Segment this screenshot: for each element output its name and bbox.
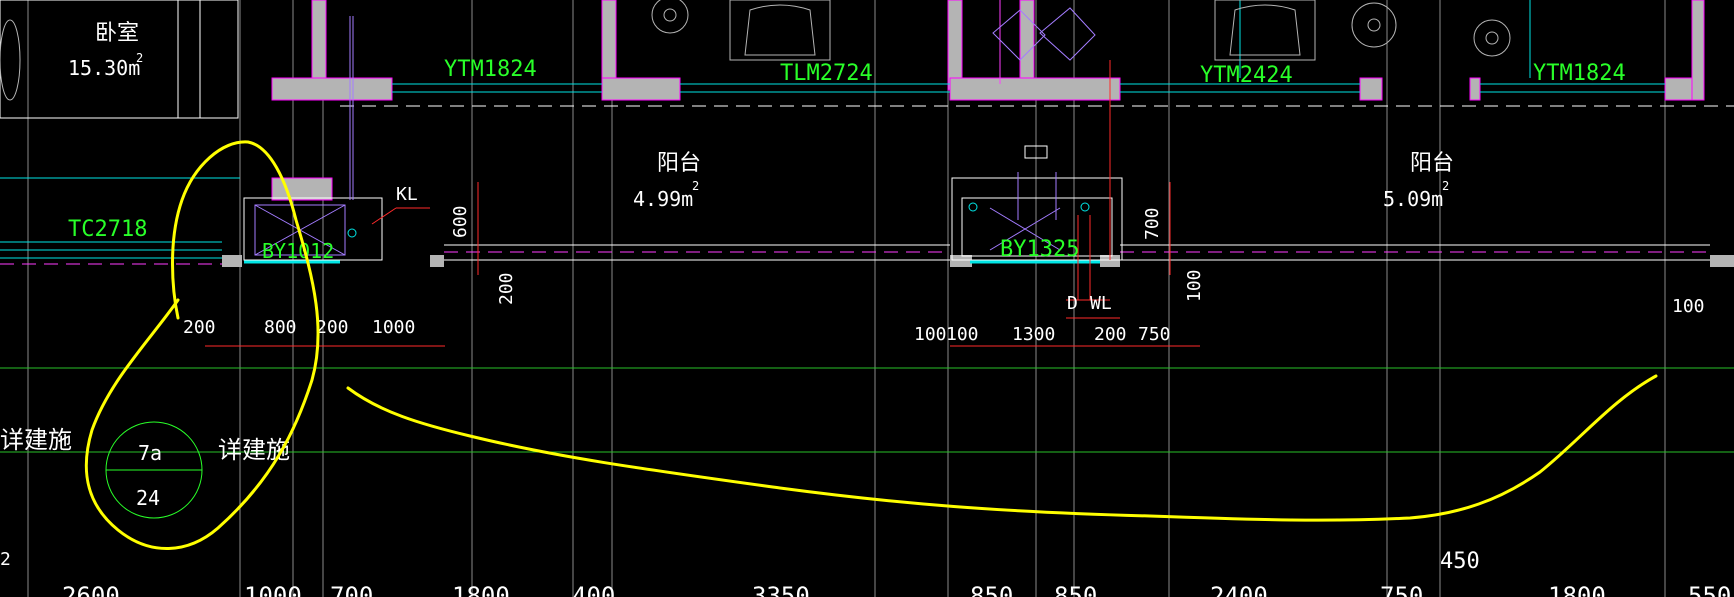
dim-450: 450 (1440, 549, 1480, 574)
dim-bottom-2400: 2400 (1210, 582, 1268, 597)
reference-note-left: 详建施 (0, 426, 72, 454)
dim-bottom-1800: 1800 (452, 582, 510, 597)
label-kl: KL (396, 184, 418, 205)
detail-sheet: 24 (136, 486, 160, 510)
dim-bottom-850a: 850 (970, 582, 1013, 597)
dim-bottom-3350: 3350 (752, 582, 810, 597)
dim-100-right: 100 (1672, 296, 1705, 317)
dim-row2-200: 200 (1094, 324, 1127, 345)
dim-bottom-750: 750 (1380, 582, 1423, 597)
opening-tag-tlm2724: TLM2724 (780, 61, 873, 86)
area-superscript: 2 (692, 179, 699, 193)
room-name-balcony-1: 阳台 (657, 151, 701, 176)
dim-bottom-550: 550 (1688, 582, 1731, 597)
dim-row1-200a: 200 (183, 317, 216, 338)
dim-100-vertical: 100 (1184, 269, 1205, 302)
dim-row1-200b: 200 (316, 317, 349, 338)
cad-drawing-canvas[interactable]: 卧室 15.30m 2 阳台 4.99m 2 阳台 5.09m 2 YTM182… (0, 0, 1734, 597)
dim-row2-100a: 100 (914, 324, 947, 345)
room-area-balcony-1: 4.99m (633, 187, 693, 211)
dim-bottom-400: 400 (572, 582, 615, 597)
dim-700: 700 (1142, 207, 1163, 240)
dim-row2-750: 750 (1138, 324, 1171, 345)
edge-digit: 2 (0, 549, 11, 570)
dim-bottom-700: 700 (330, 582, 373, 597)
opening-tag-ytm1824: YTM1824 (444, 57, 537, 82)
room-area-balcony-2: 5.09m (1383, 187, 1443, 211)
dim-600: 600 (450, 205, 471, 238)
opening-tag-ytm1824-2: YTM1824 (1533, 61, 1626, 86)
label-wl: WL (1090, 293, 1112, 314)
room-name-bedroom: 卧室 (95, 21, 139, 46)
opening-tag-tc2718: TC2718 (68, 217, 147, 242)
opening-tag-by1012: BY1012 (262, 239, 334, 263)
dim-row1-800: 800 (264, 317, 297, 338)
dim-200-vertical: 200 (496, 272, 517, 305)
dim-bottom-2600: 2600 (62, 582, 120, 597)
opening-tag-ytm2424: YTM2424 (1200, 63, 1293, 88)
opening-tag-by1325: BY1325 (1000, 237, 1079, 262)
area-superscript: 2 (1442, 179, 1449, 193)
room-name-balcony-2: 阳台 (1410, 151, 1454, 176)
detail-number: 7a (138, 441, 162, 465)
dim-bottom-1000: 1000 (244, 582, 302, 597)
room-area-bedroom: 15.30m (68, 56, 140, 80)
dim-row1-1000: 1000 (372, 317, 415, 338)
label-d: D (1067, 293, 1078, 314)
dim-row2-1300: 1300 (1012, 324, 1055, 345)
dim-bottom-1800b: 1800 (1548, 582, 1606, 597)
area-superscript: 2 (136, 51, 143, 65)
reference-note-right: 详建施 (218, 436, 290, 464)
dim-row2-100b: 100 (946, 324, 979, 345)
dim-bottom-850b: 850 (1054, 582, 1097, 597)
